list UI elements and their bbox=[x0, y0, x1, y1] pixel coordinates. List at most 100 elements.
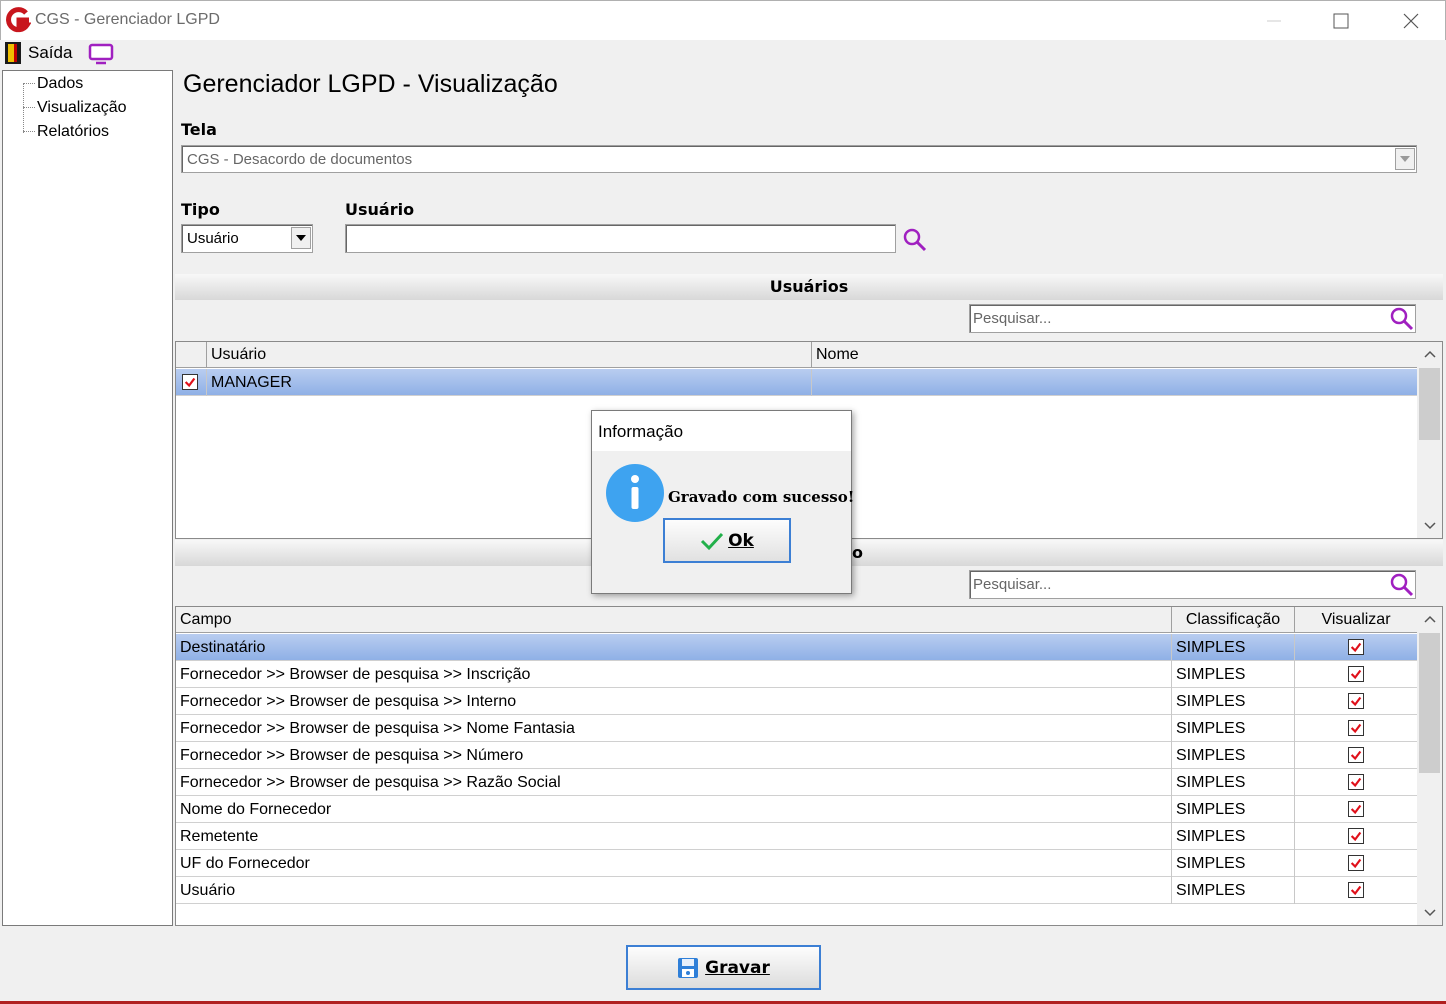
minimize-button[interactable] bbox=[1239, 1, 1309, 41]
monitor-icon[interactable] bbox=[87, 43, 115, 65]
search-icon[interactable] bbox=[902, 227, 928, 253]
tela-select-value: CGS - Desacordo de documentos bbox=[187, 151, 413, 168]
users-search-placeholder: Pesquisar... bbox=[973, 310, 1052, 327]
users-section-header: Usuários bbox=[175, 274, 1443, 300]
table-row[interactable]: Remetente SIMPLES bbox=[176, 823, 1418, 850]
search-icon[interactable] bbox=[1389, 306, 1415, 332]
visualizar-cell[interactable] bbox=[1295, 769, 1418, 796]
table-row[interactable]: UF do Fornecedor SIMPLES bbox=[176, 850, 1418, 877]
checkbox-checked-icon[interactable] bbox=[1348, 855, 1364, 871]
table-row[interactable]: Fornecedor >> Browser de pesquisa >> Ins… bbox=[176, 661, 1418, 688]
checkbox-column-header bbox=[176, 342, 207, 368]
fields-grid: Campo Classificação Visualizar Destinatá… bbox=[175, 606, 1443, 926]
visualizar-cell[interactable] bbox=[1295, 715, 1418, 742]
checkbox-checked-icon[interactable] bbox=[1348, 666, 1364, 682]
visualizar-cell[interactable] bbox=[1295, 688, 1418, 715]
dropdown-arrow[interactable] bbox=[1395, 148, 1415, 170]
classificacao-cell: SIMPLES bbox=[1172, 850, 1295, 877]
table-row[interactable]: MANAGER bbox=[176, 369, 1418, 396]
tree-connector bbox=[23, 107, 35, 108]
table-row[interactable]: Usuário SIMPLES bbox=[176, 877, 1418, 904]
tree-item-visualizacao[interactable]: Visualização bbox=[37, 99, 127, 117]
nome-cell bbox=[812, 369, 1418, 396]
minimize-icon bbox=[1267, 20, 1281, 22]
checkbox-checked-icon[interactable] bbox=[1348, 774, 1364, 790]
checkbox-checked-icon[interactable] bbox=[1348, 747, 1364, 763]
column-header-visualizar[interactable]: Visualizar bbox=[1295, 607, 1418, 633]
ok-button-label: Ok bbox=[728, 530, 754, 551]
chevron-down-icon bbox=[1400, 156, 1410, 162]
column-header-classificacao[interactable]: Classificação bbox=[1172, 607, 1295, 633]
column-header-usuario[interactable]: Usuário bbox=[207, 342, 812, 368]
scroll-down-icon[interactable] bbox=[1424, 522, 1436, 530]
maximize-button[interactable] bbox=[1306, 1, 1376, 41]
tree-item-relatorios[interactable]: Relatórios bbox=[37, 123, 109, 141]
info-icon bbox=[606, 464, 664, 522]
close-button[interactable] bbox=[1376, 1, 1446, 41]
tipo-select[interactable]: Usuário bbox=[181, 224, 313, 253]
users-section-title: Usuários bbox=[769, 277, 849, 296]
checkbox-checked-icon[interactable] bbox=[1348, 882, 1364, 898]
users-search-input[interactable]: Pesquisar... bbox=[969, 304, 1416, 333]
tree-item-dados[interactable]: Dados bbox=[37, 75, 83, 93]
checkbox-checked-icon[interactable] bbox=[1348, 828, 1364, 844]
column-header-nome[interactable]: Nome bbox=[812, 342, 1418, 368]
classificacao-cell: SIMPLES bbox=[1172, 823, 1295, 850]
table-row[interactable]: Nome do Fornecedor SIMPLES bbox=[176, 796, 1418, 823]
fields-search-placeholder: Pesquisar... bbox=[973, 576, 1052, 593]
scrollbar-thumb[interactable] bbox=[1419, 368, 1440, 440]
checkbox-checked-icon[interactable] bbox=[1348, 693, 1364, 709]
table-row[interactable]: Destinatário SIMPLES bbox=[176, 634, 1418, 661]
tela-label: Tela bbox=[181, 120, 217, 139]
info-dialog: Informação Gravado com sucesso! Ok bbox=[591, 410, 855, 594]
visualizar-cell[interactable] bbox=[1295, 634, 1418, 661]
campo-cell: Fornecedor >> Browser de pesquisa >> Nom… bbox=[176, 715, 1172, 742]
tree-connector bbox=[23, 83, 35, 84]
visualizar-cell[interactable] bbox=[1295, 823, 1418, 850]
visualizar-cell[interactable] bbox=[1295, 877, 1418, 904]
scroll-up-icon[interactable] bbox=[1424, 615, 1436, 623]
table-row[interactable]: Fornecedor >> Browser de pesquisa >> Nom… bbox=[176, 715, 1418, 742]
classificacao-cell: SIMPLES bbox=[1172, 877, 1295, 904]
dialog-message: Gravado com sucesso! bbox=[668, 488, 855, 506]
checkbox-checked-icon[interactable] bbox=[1348, 720, 1364, 736]
close-icon bbox=[1403, 13, 1419, 29]
column-header-campo[interactable]: Campo bbox=[176, 607, 1172, 633]
campo-cell: Fornecedor >> Browser de pesquisa >> Raz… bbox=[176, 769, 1172, 796]
classificacao-cell: SIMPLES bbox=[1172, 715, 1295, 742]
visualizar-cell[interactable] bbox=[1295, 661, 1418, 688]
dropdown-arrow[interactable] bbox=[291, 227, 311, 249]
fields-scrollbar[interactable] bbox=[1417, 607, 1442, 925]
checkbox-checked-icon[interactable] bbox=[182, 374, 198, 390]
usuario-input[interactable] bbox=[345, 224, 896, 253]
visualizar-cell[interactable] bbox=[1295, 850, 1418, 877]
campo-cell: Usuário bbox=[176, 877, 1172, 904]
scroll-up-icon[interactable] bbox=[1424, 350, 1436, 358]
table-row[interactable]: Fornecedor >> Browser de pesquisa >> Int… bbox=[176, 688, 1418, 715]
fields-search-input[interactable]: Pesquisar... bbox=[969, 570, 1416, 599]
campo-cell: Fornecedor >> Browser de pesquisa >> Int… bbox=[176, 688, 1172, 715]
campo-cell: Nome do Fornecedor bbox=[176, 796, 1172, 823]
table-row[interactable]: Fornecedor >> Browser de pesquisa >> Raz… bbox=[176, 769, 1418, 796]
users-grid-header: Usuário Nome bbox=[176, 342, 1418, 368]
ok-button[interactable]: Ok bbox=[663, 518, 791, 563]
table-row[interactable]: Fornecedor >> Browser de pesquisa >> Núm… bbox=[176, 742, 1418, 769]
visualizar-cell[interactable] bbox=[1295, 742, 1418, 769]
exit-menu-item[interactable]: Saída bbox=[28, 43, 72, 63]
campo-cell: Remetente bbox=[176, 823, 1172, 850]
scrollbar-thumb[interactable] bbox=[1419, 633, 1440, 773]
usuario-cell: MANAGER bbox=[207, 369, 812, 396]
scroll-down-icon[interactable] bbox=[1424, 909, 1436, 917]
users-scrollbar[interactable] bbox=[1417, 342, 1442, 538]
checkbox-checked-icon[interactable] bbox=[1348, 639, 1364, 655]
tipo-select-value: Usuário bbox=[187, 230, 239, 247]
classificacao-cell: SIMPLES bbox=[1172, 634, 1295, 661]
checkbox-checked-icon[interactable] bbox=[1348, 801, 1364, 817]
tela-select[interactable]: CGS - Desacordo de documentos bbox=[181, 145, 1417, 173]
row-checkbox-cell[interactable] bbox=[176, 369, 207, 396]
dialog-title-bar[interactable]: Informação bbox=[592, 411, 851, 451]
save-button[interactable]: Gravar bbox=[626, 945, 821, 990]
search-icon[interactable] bbox=[1389, 572, 1415, 598]
visualizar-cell[interactable] bbox=[1295, 796, 1418, 823]
save-button-label: Gravar bbox=[705, 957, 770, 978]
